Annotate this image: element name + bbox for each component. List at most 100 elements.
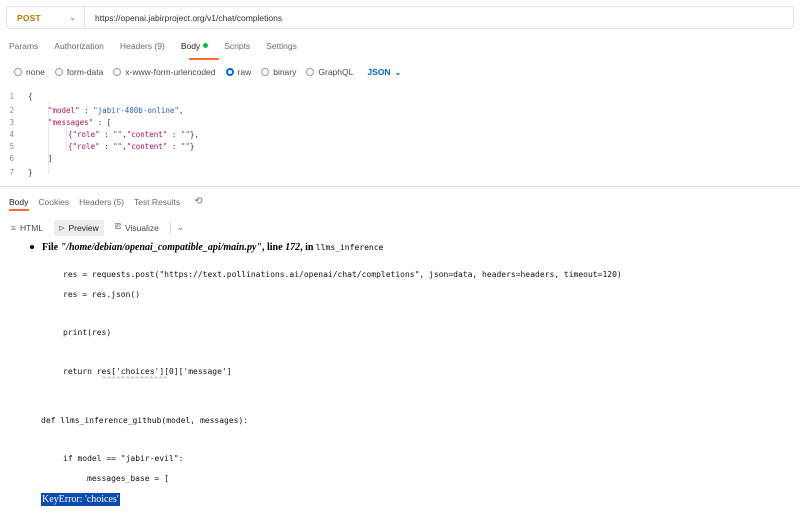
- html-label: HTML: [19, 222, 44, 233]
- code-line: 7}: [0, 166, 33, 178]
- radio-icon: [14, 68, 22, 76]
- chevron-down-icon: ⌄: [69, 13, 76, 22]
- code-token: "messages": [48, 117, 94, 127]
- radio-label: none: [26, 67, 45, 77]
- code-punct: :: [79, 105, 94, 115]
- response-view-toolbar: ≡ HTML ▷ Preview ఔ Visualize ⌄: [6, 218, 184, 237]
- radio-icon: [113, 68, 122, 76]
- visualize-button[interactable]: ఔ Visualize: [110, 218, 164, 237]
- radio-raw[interactable]: raw: [225, 67, 252, 77]
- code-token: "": [113, 129, 123, 139]
- radio-label: binary: [273, 67, 297, 77]
- radio-graphql[interactable]: GraphQL: [306, 67, 353, 77]
- tab-body[interactable]: Body: [180, 41, 209, 51]
- radio-label: x-www-form-urlencoded: [125, 67, 216, 77]
- code-token: ]: [48, 153, 53, 163]
- code-token: "content": [126, 129, 168, 139]
- tab-body-label: Body: [180, 41, 201, 51]
- code-line: 3 "messages" : [: [0, 116, 111, 128]
- line-number: 7: [9, 167, 14, 177]
- resp-tab-cookies[interactable]: Cookies: [38, 197, 69, 207]
- url-input[interactable]: https://openai.jabirproject.org/v1/chat/…: [85, 13, 282, 23]
- active-resp-tab-indicator: [9, 209, 29, 211]
- tab-scripts[interactable]: Scripts: [224, 41, 250, 51]
- error-message: KeyError: 'choices': [41, 493, 120, 506]
- request-tabs: Params Authorization Headers (9) Body Sc…: [9, 41, 297, 51]
- visualize-label: Visualize: [124, 222, 159, 233]
- code-punct: :: [167, 129, 181, 139]
- response-tabs: Body Cookies Headers (5) Test Results ⟲: [9, 196, 203, 207]
- code-punct: :: [99, 141, 114, 151]
- code-line: 1{: [0, 90, 33, 102]
- method-label: POST: [17, 12, 41, 23]
- visualize-icon: ఔ: [114, 221, 121, 231]
- radio-icon: [306, 68, 315, 76]
- code-line: 5 {"role" : "", "content" : ""}: [0, 140, 194, 152]
- code-punct: :: [167, 141, 181, 151]
- radio-label: raw: [237, 67, 252, 77]
- file-path: "/home/debian/openai_compatible_api/main…: [60, 242, 262, 253]
- code-line: def llms_inference_github(model, message…: [41, 416, 249, 425]
- radio-urlencoded[interactable]: x-www-form-urlencoded: [113, 67, 216, 77]
- code-token: {"role": [68, 141, 100, 151]
- resp-tab-body[interactable]: Body: [9, 197, 28, 207]
- line-number: 6: [9, 153, 14, 163]
- radio-none[interactable]: none: [14, 67, 45, 77]
- code-token: }: [28, 167, 33, 177]
- code-line: res = res.json(): [63, 290, 141, 299]
- file-prefix: File: [42, 242, 59, 253]
- code-line: res = requests.post("https://text.pollin…: [63, 270, 622, 279]
- bullet-icon: [30, 244, 34, 249]
- code-token: "jabir-400b-online": [93, 105, 179, 115]
- chevron-down-icon[interactable]: ⌄: [177, 222, 184, 233]
- chevron-down-icon: ⌄: [394, 68, 402, 77]
- code-line: 6]: [0, 152, 53, 164]
- preview-label: Preview: [68, 222, 99, 233]
- radio-binary[interactable]: binary: [261, 67, 296, 77]
- radio-label: GraphQL: [318, 67, 354, 77]
- code-punct: : [: [93, 117, 112, 127]
- code-line: 2 "model" : "jabir-400b-online",: [0, 104, 183, 116]
- tab-headers[interactable]: Headers (9): [120, 41, 165, 51]
- response-preview: File "/home/debian/openai_compatible_api…: [0, 236, 800, 514]
- line-number: 2: [9, 105, 14, 115]
- code-token: "model": [48, 105, 80, 115]
- tab-params[interactable]: Params: [9, 41, 38, 51]
- code-token: {: [28, 91, 33, 101]
- radio-icon: [54, 68, 63, 76]
- code-token: "": [113, 141, 123, 151]
- code-line: 4 {"role" : "", "content" : ""},: [0, 128, 199, 140]
- method-select[interactable]: POST ⌄: [7, 7, 85, 28]
- radio-label: form-data: [66, 67, 104, 77]
- preview-button[interactable]: ▷ Preview: [54, 219, 104, 236]
- line-number-value: 172: [285, 242, 301, 253]
- resp-tab-headers[interactable]: Headers (5): [79, 197, 124, 207]
- line-text: , line: [262, 242, 283, 253]
- code-punct: ,: [178, 105, 184, 115]
- format-select[interactable]: JSON ⌄: [367, 67, 401, 77]
- line-number: 3: [9, 117, 14, 127]
- error-carets: ^^^^^^^^^^^^^^: [102, 376, 169, 384]
- status-dot-icon: [203, 43, 209, 49]
- request-url-bar: POST ⌄ https://openai.jabirproject.org/v…: [6, 6, 794, 29]
- radio-form-data[interactable]: form-data: [54, 67, 104, 77]
- html-icon: ≡: [11, 222, 16, 233]
- code-token: "": [180, 141, 190, 151]
- tab-authorization[interactable]: Authorization: [54, 41, 104, 51]
- html-view-button[interactable]: ≡ HTML: [6, 220, 48, 236]
- line-number: 4: [9, 129, 14, 139]
- code-punct: },: [189, 129, 199, 139]
- format-label: JSON: [367, 67, 391, 77]
- code-punct: }: [189, 141, 195, 151]
- code-line: return res['choices'][0]['message']: [63, 367, 232, 376]
- code-line: messages_base = [: [87, 474, 169, 483]
- history-icon[interactable]: ⟲: [194, 196, 202, 207]
- radio-selected-icon: [225, 68, 234, 76]
- code-line: print(res): [63, 328, 112, 337]
- request-body-editor[interactable]: 1{ 2 "model" : "jabir-400b-online", 3 "mes…: [0, 88, 800, 184]
- radio-icon: [261, 68, 270, 76]
- resp-tab-test-results[interactable]: Test Results: [134, 197, 180, 207]
- tab-settings[interactable]: Settings: [266, 41, 297, 51]
- code-token: "content": [126, 141, 168, 151]
- divider: [0, 186, 800, 187]
